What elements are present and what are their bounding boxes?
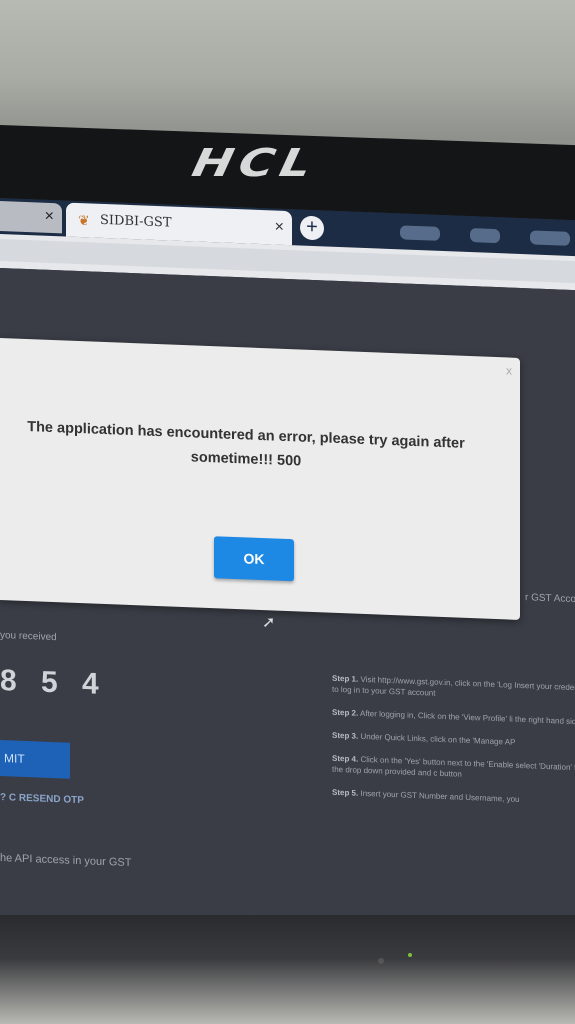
otp-label: you received — [0, 630, 57, 644]
submit-button[interactable]: MIT — [0, 740, 70, 779]
error-dialog: x The application has encountered an err… — [0, 338, 520, 620]
blurred-taskbar-item — [470, 228, 500, 244]
screen: × ❦ SIDBI-GST × + r GST Acco you receive… — [0, 198, 575, 941]
blurred-taskbar-item — [530, 230, 570, 246]
close-icon[interactable]: × — [45, 208, 54, 226]
otp-digits: 8 5 4 — [0, 664, 107, 702]
dialog-close-icon[interactable]: x — [506, 363, 512, 377]
mouse-cursor-icon: ➚ — [262, 614, 276, 632]
blurred-taskbar-item — [400, 225, 440, 241]
power-button-icon[interactable] — [378, 958, 384, 964]
desk-surface — [0, 915, 575, 1024]
new-tab-button[interactable]: + — [300, 215, 324, 241]
step-item: Step 3. Under Quick Links, click on the … — [332, 730, 516, 747]
wall-background — [0, 0, 575, 140]
power-led-icon — [408, 953, 412, 957]
tab-title: SIDBI-GST — [100, 212, 172, 231]
favicon-icon: ❦ — [78, 211, 90, 229]
step-item: Step 2. After logging in, Click on the '… — [332, 707, 575, 727]
step-item: Step 4. Click on the 'Yes' button next t… — [332, 753, 575, 779]
background-text: r GST Acco — [525, 592, 575, 606]
ok-button[interactable]: OK — [214, 536, 294, 582]
close-icon[interactable]: × — [275, 219, 284, 237]
error-message: The application has encountered an error… — [27, 419, 465, 470]
step-item: Step 5. Insert your GST Number and Usern… — [332, 787, 520, 804]
instruction-steps: Step 1. Visit http://www.gst.gov.in, cli… — [332, 673, 575, 820]
tab-previous[interactable]: × — [0, 201, 62, 234]
monitor-brand-logo: HCL — [188, 140, 322, 186]
